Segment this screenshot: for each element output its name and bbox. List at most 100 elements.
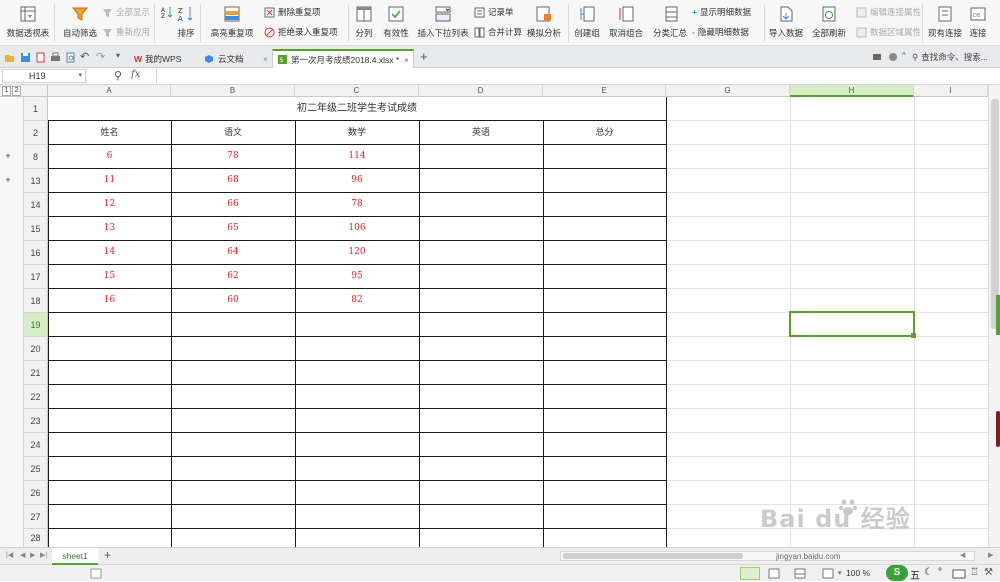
prev-sheet-icon[interactable]: ◀ [20,551,25,559]
header-cell-english[interactable]: 英语 [419,121,543,144]
tab-my-wps[interactable]: W 我的WPS [130,49,198,68]
data-cell[interactable]: 114 [295,145,419,168]
horizontal-scrollbar[interactable] [560,551,975,561]
reading-mode-dropdown-icon[interactable]: ▾ [838,569,842,577]
reading-mode-icon[interactable] [822,568,834,579]
outline-level-2-button[interactable]: 2 [12,86,21,96]
create-group-button[interactable]: 创建组 [572,0,602,39]
data-cell[interactable]: 12 [48,193,171,216]
data-cell[interactable]: 106 [295,217,419,240]
column-header-e[interactable]: E [543,85,666,97]
show-all-button[interactable]: 全部显示 [102,5,150,19]
data-cell[interactable]: 62 [171,265,295,288]
data-cell[interactable]: 66 [171,193,295,216]
header-cell-chinese[interactable]: 语文 [171,121,295,144]
last-sheet-icon[interactable]: ▶| [40,551,47,559]
row-header[interactable]: 14 [24,193,48,217]
data-cell[interactable]: 82 [295,289,419,312]
command-search-box[interactable]: ⚲ 查找命令、搜索... [912,49,1000,65]
column-header-c[interactable]: C [295,85,419,97]
formula-input[interactable] [156,69,1000,83]
header-cell-name[interactable]: 姓名 [48,121,171,144]
scroll-right-icon[interactable]: ▶ [988,551,993,559]
row-header[interactable]: 2 [24,121,48,145]
data-cell[interactable]: 78 [295,193,419,216]
data-cell[interactable]: 68 [171,169,295,192]
row-header[interactable]: 13 [24,169,48,193]
existing-connections-button[interactable]: 现有连接 [926,0,964,39]
redo-icon[interactable]: ↷ [96,50,105,63]
ungroup-button[interactable]: 取消组合 [606,0,646,39]
expand-group-plus-icon[interactable]: + [3,175,13,185]
column-header-h[interactable]: H [790,85,914,97]
next-sheet-icon[interactable]: ▶ [30,551,35,559]
row-header[interactable]: 16 [24,241,48,265]
validity-button[interactable]: 有效性 [380,0,412,39]
delete-duplicates-button[interactable]: 删除重复项 [264,5,321,19]
page-break-view-icon[interactable] [794,568,806,579]
row-header[interactable]: 18 [24,289,48,313]
undo-icon[interactable]: ↶ [80,50,89,63]
close-tab-icon[interactable]: × [263,54,268,64]
reapply-button[interactable]: 重新应用 [102,25,150,39]
sheet-tab-sheet1[interactable]: sheet1 [52,548,98,565]
tab-cloud-docs[interactable]: 云文档 × [200,49,270,68]
zoom-level[interactable]: 100 % [846,568,870,578]
shirt-skin-icon[interactable]: ♖ [970,567,979,578]
data-cell[interactable]: 96 [295,169,419,192]
what-if-analysis-button[interactable]: 模拟分析 [526,0,562,39]
name-box[interactable]: H19 ▾ [2,69,86,83]
row-header[interactable]: 24 [24,433,48,457]
column-header-b[interactable]: B [171,85,295,97]
subtotal-button[interactable]: 分类汇总 [652,0,688,39]
data-cell[interactable]: 6 [48,145,171,168]
column-header-i[interactable]: I [914,85,988,97]
select-all-corner[interactable] [24,85,48,97]
save-icon[interactable] [20,52,31,63]
row-header[interactable]: 26 [24,481,48,505]
data-cell[interactable]: 64 [171,241,295,264]
sheet-title-cell[interactable]: 初二年级二班学生考试成绩 [48,97,666,120]
outline-level-1-button[interactable]: 1 [2,86,11,96]
row-header[interactable]: 17 [24,265,48,289]
column-header-a[interactable]: A [48,85,171,97]
row-header[interactable]: 20 [24,337,48,361]
show-detail-button[interactable]: + 显示明细数据 [692,5,751,19]
spreadsheet-grid[interactable]: 1 2 + + A B C D E G H I 1 2 8 13 14 15 1… [0,85,1000,547]
row-header[interactable]: 19 [24,313,48,337]
insert-dropdown-button[interactable]: 插入下拉列表 [418,0,469,39]
import-data-button[interactable]: 导入数据 [768,0,804,39]
scroll-left-icon[interactable]: ◀ [960,551,965,559]
zoom-formula-icon[interactable]: ⚲ [114,69,122,82]
expand-group-plus-icon[interactable]: + [3,151,13,161]
new-tab-plus-icon[interactable]: + [420,49,428,64]
header-cell-math[interactable]: 数学 [295,121,419,144]
data-cell[interactable]: 65 [171,217,295,240]
pivot-table-button[interactable]: 数据透视表 [6,0,50,39]
header-cell-total[interactable]: 总分 [543,121,666,144]
wrench-icon[interactable]: ⚒ [984,567,993,578]
record-form-button[interactable]: 记录单 [474,5,514,19]
row-header[interactable]: 15 [24,217,48,241]
add-sheet-plus-icon[interactable]: + [104,548,111,562]
row-header[interactable]: 27 [24,505,48,529]
page-layout-view-icon[interactable] [768,568,780,579]
data-cell[interactable]: 120 [295,241,419,264]
skin-icon[interactable] [888,52,898,62]
macro-record-icon[interactable] [90,568,102,579]
split-column-button[interactable]: 分列 [352,0,376,39]
refresh-all-button[interactable]: 全部刷新 [808,0,850,39]
export-pdf-icon[interactable] [35,52,46,63]
highlight-duplicates-button[interactable]: 高亮重复项 [206,0,258,39]
moon-icon[interactable]: ☾ [924,567,933,578]
data-cell[interactable]: 78 [171,145,295,168]
input-method-s-icon[interactable]: S [886,565,908,581]
normal-view-button[interactable] [740,567,760,580]
close-tab-icon[interactable]: × [404,55,409,65]
data-cell[interactable]: 13 [48,217,171,240]
data-cell[interactable]: 14 [48,241,171,264]
hide-detail-button[interactable]: - 隐藏明细数据 [692,25,749,39]
print-icon[interactable] [50,52,61,63]
connect-button[interactable]: DB 连接 [966,0,990,39]
horizontal-scroll-thumb[interactable] [563,553,743,559]
